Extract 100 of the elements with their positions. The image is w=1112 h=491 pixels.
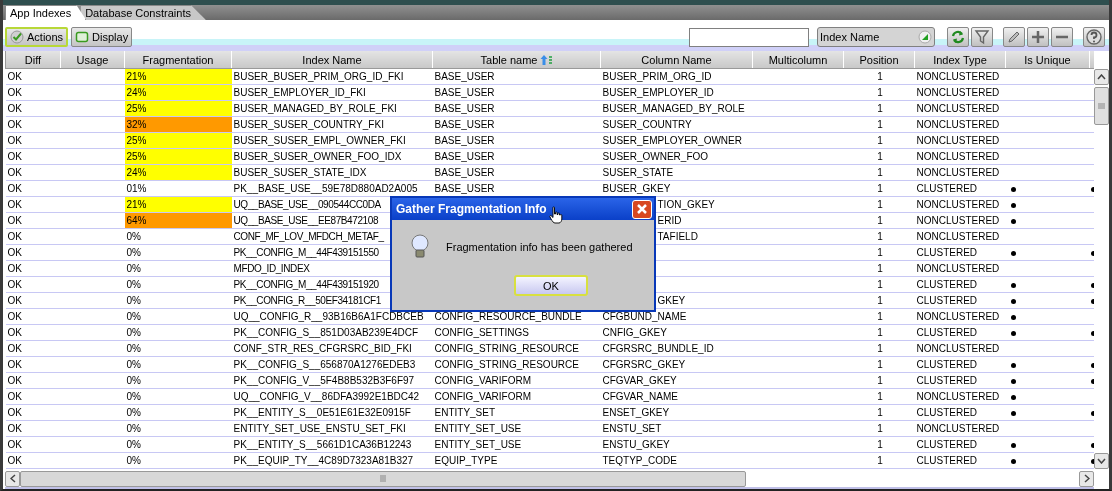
caret-down-icon	[1097, 458, 1106, 464]
table-cell: 1	[843, 116, 915, 133]
table-cell: 0%	[124, 324, 232, 341]
table-cell: BASE_USER	[432, 116, 601, 133]
table-cell: 1	[843, 244, 915, 261]
table-cell: 1	[843, 276, 915, 293]
column-header[interactable]: Table name	[432, 51, 601, 69]
table-cell: BASE_USER	[432, 148, 601, 165]
refresh-icon	[950, 29, 966, 45]
table-cell: OK	[5, 132, 61, 149]
table-cell: OK	[5, 308, 61, 325]
caret-left-icon	[9, 474, 16, 483]
table-cell: OK	[5, 68, 61, 85]
table-cell: NONCLUSTERED	[914, 340, 1006, 357]
table-cell: PK__CONFIG_S__656870A1276EDEB3	[231, 356, 433, 373]
tab[interactable]: Database Constraints	[80, 5, 206, 20]
scrollbar-thumb[interactable]	[20, 470, 746, 487]
column-dropdown[interactable]: Index Name	[817, 27, 935, 47]
table-cell: 0%	[124, 404, 232, 421]
table-cell: BUSER_MANAGED_BY_ROLE_FKI	[231, 100, 433, 117]
table-cell: 0%	[124, 420, 232, 437]
table-cell: 1	[843, 196, 915, 213]
table-cell: OK	[5, 388, 61, 405]
tab[interactable]: App Indexes	[5, 5, 87, 20]
column-header[interactable]: Position	[843, 51, 915, 69]
table-cell: OK	[5, 116, 61, 133]
table-cell: BUSER_BUSER_PRIM_ORG_ID_FKI	[231, 68, 433, 85]
table-cell: ENTITY_SET_USE	[432, 436, 601, 453]
remove-button[interactable]	[1051, 27, 1073, 47]
table-cell: 1	[843, 164, 915, 181]
table-cell: 1	[843, 324, 915, 341]
table-cell: TEQTYP_CODE	[600, 452, 753, 469]
help-button[interactable]	[1083, 27, 1105, 47]
table-cell: NONCLUSTERED	[914, 132, 1006, 149]
table-cell: BUSER_EMPLOYER_ID	[600, 84, 753, 101]
table-cell: 1	[843, 308, 915, 325]
scroll-right-button[interactable]	[1079, 470, 1094, 487]
table-cell: CLUSTERED	[914, 324, 1006, 341]
filter-icon	[974, 29, 990, 45]
check-icon	[10, 30, 24, 44]
table-cell: CFGVAR_NAME	[600, 388, 753, 405]
filter-button[interactable]	[971, 27, 993, 47]
table-cell: CONFIG_VARIFORM	[432, 388, 601, 405]
table-cell: BUSER_SUSER_OWNER_FOO_IDX	[231, 148, 433, 165]
table-cell: 1	[843, 340, 915, 357]
column-header[interactable]: Is Unique	[1005, 51, 1090, 69]
table-cell: 0%	[124, 388, 232, 405]
table-cell: 1	[843, 212, 915, 229]
table-cell: 0%	[124, 228, 232, 245]
table-cell: OK	[5, 292, 61, 309]
table-cell: 1	[843, 292, 915, 309]
close-icon	[636, 203, 648, 215]
scroll-left-button[interactable]	[5, 470, 20, 487]
ok-button[interactable]: OK	[514, 275, 588, 296]
toolbar-button[interactable]: Display	[71, 27, 133, 47]
column-header[interactable]: Multicolumn	[752, 51, 844, 69]
table-cell: BASE_USER	[432, 84, 601, 101]
table-cell: CFGVAR_GKEY	[600, 372, 753, 389]
pencil-icon	[1006, 29, 1022, 45]
table-cell: 1	[843, 148, 915, 165]
column-header[interactable]: Index Type	[914, 51, 1006, 69]
table-cell: 0%	[124, 436, 232, 453]
table-cell: ENTITY_SET_USE	[432, 420, 601, 437]
table-cell: 0%	[124, 452, 232, 469]
search-field[interactable]	[689, 27, 809, 47]
caret-right-icon	[1083, 474, 1090, 483]
table-cell: BUSER_SUSER_STATE_IDX	[231, 164, 433, 181]
table-cell: CLUSTERED	[914, 276, 1006, 293]
column-header[interactable]: Column Name	[600, 51, 753, 69]
column-header[interactable]: Index Name	[231, 51, 433, 69]
refresh-button[interactable]	[947, 27, 969, 47]
table-cell: CONF_STR_RES_CFGRSRC_BID_FKI	[231, 340, 433, 357]
column-header[interactable]: Fragmentation	[124, 51, 232, 69]
table-cell: CLUSTERED	[914, 180, 1006, 197]
caret-up-icon	[1097, 74, 1106, 80]
close-button[interactable]	[632, 199, 652, 219]
table-cell: OK	[5, 452, 61, 469]
table-cell: SUSER_EMPLOYER_OWNER	[600, 132, 753, 149]
edit-button[interactable]	[1003, 27, 1025, 47]
add-button[interactable]	[1027, 27, 1049, 47]
table-cell: CLUSTERED	[914, 292, 1006, 309]
table-cell: NONCLUSTERED	[914, 116, 1006, 133]
column-header[interactable]: Diff	[5, 51, 61, 69]
table-cell: CLUSTERED	[914, 356, 1006, 373]
scroll-up-button[interactable]	[1094, 69, 1109, 85]
scroll-down-button[interactable]	[1094, 453, 1109, 469]
table-cell: 1	[843, 132, 915, 149]
toolbar-button[interactable]: Actions	[5, 27, 69, 47]
table-cell: NONCLUSTERED	[914, 260, 1006, 277]
table-cell: ENSTU_SET	[600, 420, 753, 437]
column-header[interactable]: Usage	[60, 51, 125, 69]
table-cell: NONCLUSTERED	[914, 84, 1006, 101]
scrollbar-thumb[interactable]	[1094, 87, 1109, 125]
table-cell: CLUSTERED	[914, 452, 1006, 469]
table-cell: 1	[843, 180, 915, 197]
table-cell: BASE_USER	[432, 164, 601, 181]
table-cell: 1	[843, 404, 915, 421]
horizontal-scrollbar[interactable]	[5, 470, 1094, 489]
table-cell: OK	[5, 196, 61, 213]
table-cell: 0%	[124, 372, 232, 389]
